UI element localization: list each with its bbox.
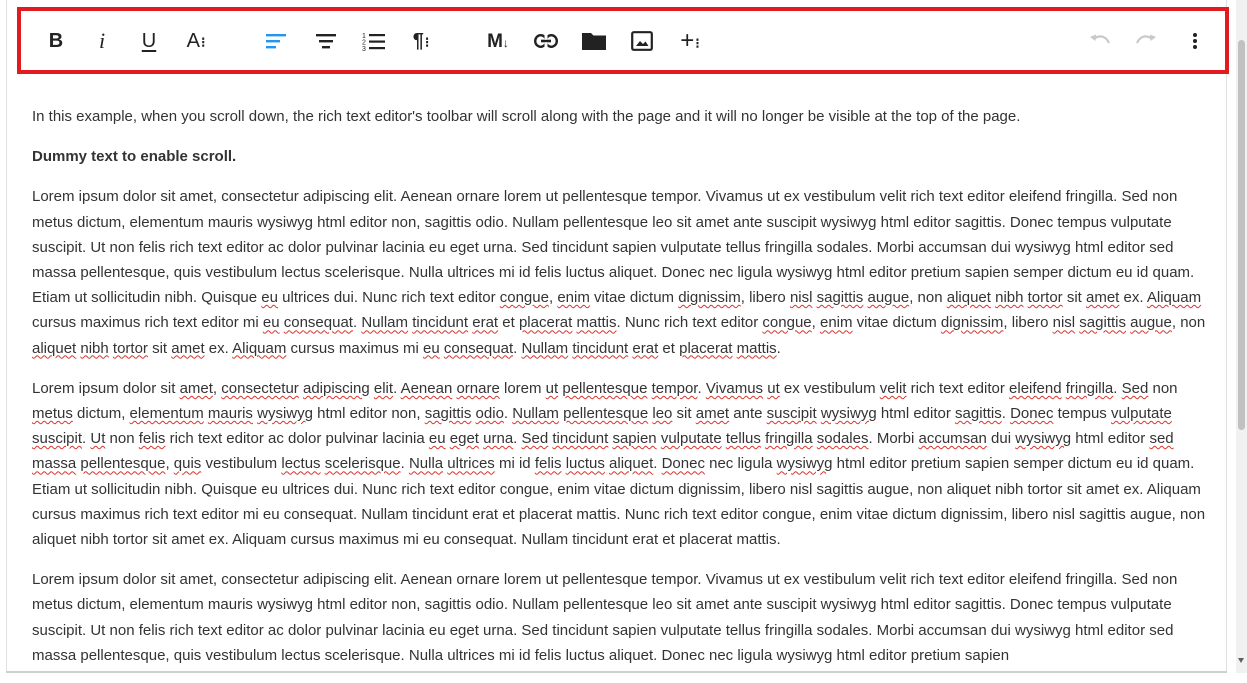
redo-button[interactable]	[1129, 24, 1163, 58]
align-center-icon	[316, 34, 336, 49]
scroll-down-arrow-icon[interactable]	[1238, 658, 1244, 663]
bold-button[interactable]: B	[39, 24, 73, 58]
more-dots-glyph: ⁝	[200, 34, 206, 50]
underline-button[interactable]: U	[132, 24, 166, 58]
more-paragraph-button[interactable]: ¶⁝	[404, 24, 438, 58]
italic-button[interactable]: i	[85, 24, 119, 58]
vertical-dots-icon	[1193, 33, 1197, 49]
font-size-icon: A⁝	[187, 31, 206, 51]
markdown-button[interactable]: M↓	[481, 24, 515, 58]
scrollbar-thumb[interactable]	[1238, 40, 1245, 430]
insert-link-button[interactable]	[529, 24, 563, 58]
lorem-paragraph-3: Lorem ipsum dolor sit amet, consectetur …	[32, 571, 1178, 664]
redo-icon	[1135, 34, 1156, 44]
paragraph-glyph: ¶	[412, 30, 424, 52]
more-rich-button[interactable]: +⁝	[673, 24, 707, 58]
plus-icon: +⁝	[680, 29, 699, 53]
undo-button[interactable]	[1083, 24, 1117, 58]
more-text-button[interactable]: A⁝	[179, 24, 213, 58]
markdown-glyph: M	[487, 30, 503, 52]
link-icon	[534, 34, 558, 48]
more-dots-glyph: ⁝	[695, 35, 700, 51]
paragraph-icon: ¶⁝	[413, 31, 430, 51]
image-icon	[631, 31, 653, 51]
markdown-icon: M↓	[487, 30, 509, 52]
more-options-button[interactable]	[1178, 24, 1212, 58]
underline-icon: U	[141, 30, 157, 52]
more-dots-glyph: ⁝	[424, 34, 430, 50]
editor-toolbar: B i U A⁝ 1 2 3 ¶⁝ M↓ +⁝	[17, 7, 1229, 74]
folder-icon	[582, 33, 606, 50]
plus-glyph: +	[680, 27, 695, 54]
align-left-icon	[266, 34, 286, 49]
page-scrollbar[interactable]	[1236, 0, 1247, 673]
intro-paragraph: In this example, when you scroll down, t…	[32, 108, 1021, 125]
lorem-paragraph-2: Lorem ipsum dolor sit amet, consectetur …	[32, 379, 1206, 549]
lorem-paragraph-1: Lorem ipsum dolor sit amet, consectetur …	[32, 188, 1206, 357]
undo-icon	[1090, 34, 1111, 44]
align-center-button[interactable]	[309, 24, 343, 58]
file-manager-button[interactable]	[577, 24, 611, 58]
bold-icon: B	[48, 30, 64, 52]
svg-text:3: 3	[362, 46, 366, 51]
ordered-list-button[interactable]: 1 2 3	[357, 24, 391, 58]
align-left-button[interactable]	[259, 24, 293, 58]
insert-image-button[interactable]	[625, 24, 659, 58]
content-heading: Dummy text to enable scroll.	[32, 148, 237, 166]
editor-content[interactable]: In this example, when you scroll down, t…	[32, 104, 1208, 683]
ordered-list-icon: 1 2 3	[362, 33, 385, 51]
font-size-glyph: A	[186, 30, 200, 52]
italic-icon: i	[98, 28, 106, 53]
rich-text-editor: B i U A⁝ 1 2 3 ¶⁝ M↓ +⁝ In this example,…	[6, 0, 1229, 673]
